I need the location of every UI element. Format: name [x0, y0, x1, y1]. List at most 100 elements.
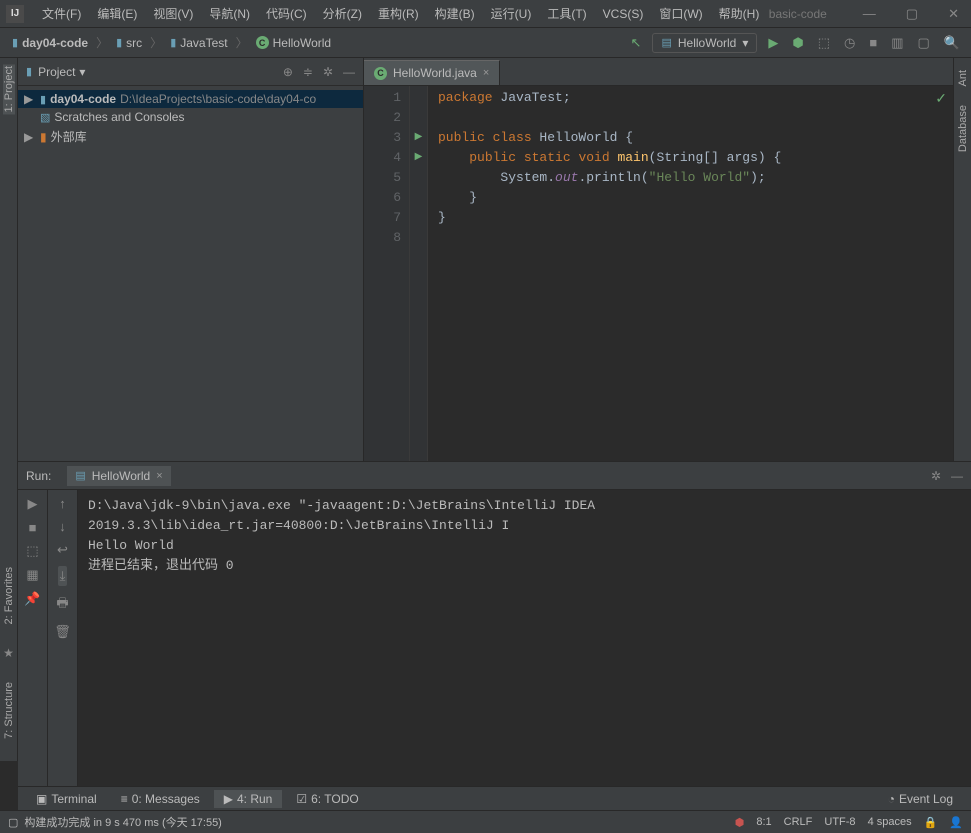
settings-gear-icon[interactable]: ✲: [323, 65, 333, 79]
locate-icon[interactable]: ⊕: [283, 65, 293, 79]
tab-todo[interactable]: ☑6: TODO: [286, 790, 368, 808]
folder-icon: ▮: [116, 36, 122, 49]
tree-expand-arrow-icon[interactable]: ▶: [24, 92, 36, 106]
close-window-button[interactable]: ✕: [942, 6, 965, 22]
menu-build[interactable]: 构建(B): [427, 5, 483, 22]
sidebar-tab-structure[interactable]: 7: Structure: [3, 680, 15, 741]
close-tab-icon[interactable]: ×: [483, 67, 489, 79]
class-icon: C: [374, 67, 387, 80]
code-editor[interactable]: 1 2 3 4 5 6 7 8 ▶ ▶ ✓ package JavaTest; …: [364, 86, 953, 461]
search-everywhere-icon[interactable]: 🔍: [941, 35, 963, 51]
inspection-profile-icon[interactable]: 👤: [949, 816, 963, 829]
status-indent[interactable]: 4 spaces: [868, 816, 912, 828]
sidebar-tab-favorites[interactable]: 2: Favorites: [3, 565, 15, 626]
status-line-col[interactable]: 8:1: [756, 816, 771, 828]
breadcrumb-item[interactable]: ▮day04-code: [8, 34, 92, 52]
breadcrumb-item[interactable]: ▮JavaTest: [166, 34, 231, 52]
down-arrow-icon[interactable]: ↓: [59, 519, 66, 534]
folder-icon: ▮: [12, 36, 18, 49]
tab-label: Event Log: [899, 792, 953, 806]
menu-vcs[interactable]: VCS(S): [595, 7, 652, 21]
breadcrumb-label: JavaTest: [180, 36, 227, 50]
sidebar-tab-project[interactable]: 1: Project: [3, 64, 15, 114]
stop-button[interactable]: ■: [866, 35, 880, 50]
hide-panel-icon[interactable]: —: [951, 469, 963, 483]
breadcrumb-item[interactable]: ▮src: [112, 34, 146, 52]
run-tab[interactable]: ▤ HelloWorld ×: [67, 466, 170, 486]
chevron-right-icon: 〉: [236, 34, 248, 51]
project-name: basic-code: [769, 7, 847, 21]
line-number-gutter[interactable]: 1 2 3 4 5 6 7 8: [364, 86, 410, 461]
editor-tab-helloworld[interactable]: C HelloWorld.java ×: [364, 60, 500, 85]
run-button[interactable]: ▶: [765, 35, 781, 51]
tab-terminal[interactable]: ▣Terminal: [26, 790, 107, 808]
pin-icon[interactable]: 📌: [24, 591, 40, 607]
project-structure-icon[interactable]: ▥: [888, 35, 906, 51]
run-icon: ▶: [224, 792, 233, 806]
readonly-lock-icon[interactable]: 🔒: [924, 816, 938, 829]
tab-run[interactable]: ▶4: Run: [214, 790, 283, 808]
minimize-button[interactable]: —: [857, 6, 882, 22]
status-encoding[interactable]: UTF-8: [824, 816, 855, 828]
menu-run[interactable]: 运行(U): [483, 5, 540, 22]
up-arrow-icon[interactable]: ↑: [59, 496, 66, 511]
sidebar-tab-ant[interactable]: Ant: [957, 68, 969, 89]
settings-gear-icon[interactable]: ✲: [931, 469, 941, 483]
build-hammer-icon[interactable]: ↖: [628, 35, 645, 51]
right-tool-sidebar: Ant Database: [953, 58, 971, 461]
tree-expand-arrow-icon[interactable]: ▶: [24, 130, 36, 144]
hide-panel-icon[interactable]: —: [343, 65, 355, 79]
coverage-button[interactable]: ⬚: [815, 35, 833, 51]
menu-analyze[interactable]: 分析(Z): [315, 5, 370, 22]
folder-icon: ▮: [40, 93, 46, 106]
menu-tools[interactable]: 工具(T): [539, 5, 594, 22]
breadcrumb-item[interactable]: CHelloWorld: [252, 34, 335, 52]
maximize-button[interactable]: ▢: [900, 6, 924, 22]
tab-messages[interactable]: ≡0: Messages: [111, 790, 210, 808]
run-config-dropdown[interactable]: ▤ HelloWorld ▾: [652, 33, 757, 53]
run-config-label: HelloWorld: [678, 36, 736, 50]
print-icon[interactable]: 🖶: [56, 594, 68, 616]
menu-file[interactable]: 文件(F): [34, 5, 89, 22]
scroll-to-end-icon[interactable]: ⤓: [58, 566, 68, 586]
menu-edit[interactable]: 编辑(E): [89, 5, 145, 22]
run-gutter-icon[interactable]: ▶: [410, 128, 427, 148]
error-indicator-icon[interactable]: ⬢: [735, 816, 745, 829]
menu-view[interactable]: 视图(V): [145, 5, 201, 22]
menu-help[interactable]: 帮助(H): [711, 5, 768, 22]
menu-refactor[interactable]: 重构(R): [370, 5, 427, 22]
project-tree[interactable]: ▶ ▮ day04-code D:\IdeaProjects\basic-cod…: [18, 86, 363, 151]
status-line-sep[interactable]: CRLF: [784, 816, 813, 828]
project-tool-window: ▮ Project ▾ ⊕ ≑ ✲ — ▶ ▮ day04-code D:\Id…: [18, 58, 364, 461]
soft-wrap-icon[interactable]: ↩: [57, 542, 68, 558]
actions-icon[interactable]: ▢: [915, 35, 933, 51]
clear-all-icon[interactable]: 🗑: [54, 624, 71, 640]
debug-button[interactable]: ⬢: [789, 35, 806, 51]
run-toolbar-primary: ▶ ■ ⬚ ▦ 📌: [18, 490, 48, 786]
code-area[interactable]: ✓ package JavaTest; public class HelloWo…: [428, 86, 953, 461]
menu-navigate[interactable]: 导航(N): [201, 5, 258, 22]
menu-window[interactable]: 窗口(W): [651, 5, 710, 22]
dump-threads-icon[interactable]: ⬚: [26, 543, 38, 559]
layout-icon[interactable]: ▦: [26, 567, 38, 583]
tool-windows-icon[interactable]: ▢: [8, 816, 18, 829]
tree-row-external-libs[interactable]: ▶ ▮ 外部库: [18, 126, 363, 147]
status-message: 构建成功完成 in 9 s 470 ms (今天 17:55): [24, 814, 221, 830]
tab-event-log[interactable]: ◔Event Log: [878, 790, 963, 808]
menu-code[interactable]: 代码(C): [258, 5, 315, 22]
inspection-ok-icon[interactable]: ✓: [935, 90, 947, 110]
tree-row-scratches[interactable]: ▧ Scratches and Consoles: [18, 108, 363, 126]
run-console-output[interactable]: D:\Java\jdk-9\bin\java.exe "-javaagent:D…: [78, 490, 971, 786]
tab-label: Terminal: [51, 792, 96, 806]
profile-button[interactable]: ◷: [841, 35, 858, 51]
run-gutter-icon[interactable]: ▶: [410, 148, 427, 168]
sidebar-tab-database[interactable]: Database: [957, 103, 969, 154]
run-panel-title: Run:: [26, 469, 51, 483]
rerun-button[interactable]: ▶: [28, 496, 38, 512]
close-tab-icon[interactable]: ×: [156, 470, 162, 482]
collapse-all-icon[interactable]: ≑: [303, 65, 313, 79]
stop-button[interactable]: ■: [29, 520, 37, 535]
tree-row-root[interactable]: ▶ ▮ day04-code D:\IdeaProjects\basic-cod…: [18, 90, 363, 108]
app-logo: IJ: [6, 5, 24, 23]
project-view-dropdown[interactable]: Project ▾: [32, 63, 91, 81]
